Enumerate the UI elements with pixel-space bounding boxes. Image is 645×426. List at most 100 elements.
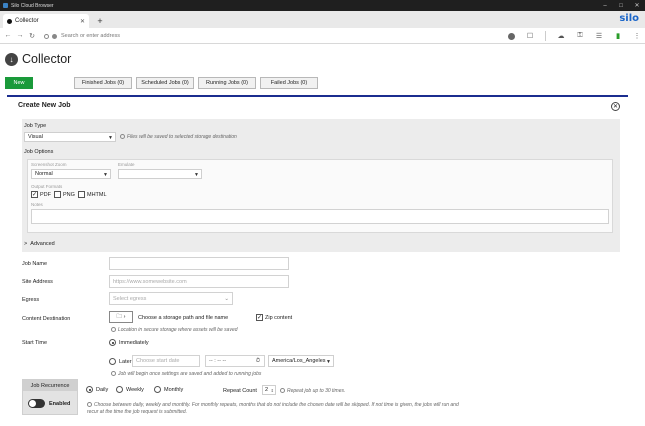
start-time-label: Start Time (22, 340, 48, 346)
chevron-right-icon: › (123, 314, 126, 320)
format-mhtml-label: MHTML (87, 191, 107, 198)
recurrence-hint: Choose between daily, weekly and monthly… (87, 402, 507, 416)
cloud-download-icon[interactable]: ☁ (557, 32, 565, 40)
repeat-count-value: 2 (265, 387, 269, 393)
tab-bar: Collector ✕ + (0, 11, 645, 28)
screenshot-zoom-select[interactable]: Normal ▼ (31, 169, 111, 179)
chevron-down-icon: ▼ (326, 359, 331, 365)
menu-icon[interactable]: ⋮ (633, 32, 641, 40)
recurrence-toggle[interactable] (28, 399, 45, 408)
new-tab-button[interactable]: + (94, 15, 106, 27)
job-type-hint-text: Files will be saved to selected storage … (127, 134, 237, 140)
screenshot-zoom-label: Screenshot Zoom (31, 162, 67, 167)
tab-close-icon[interactable]: ✕ (80, 18, 85, 25)
maximize-icon[interactable]: □ (613, 0, 629, 11)
radio-selected-icon (109, 339, 116, 346)
folder-icon: 🗀 (116, 313, 123, 320)
page-header: ↓ Collector (5, 52, 71, 66)
info-icon (111, 327, 116, 333)
chevron-down-icon: ▼ (194, 172, 199, 178)
egress-label: Egress (22, 297, 40, 303)
start-immediately-radio[interactable]: Immediately (109, 339, 149, 346)
key-icon[interactable]: ⚿ (576, 32, 584, 40)
clock-icon: ⏱ (255, 357, 260, 364)
address-bar: ← → ↻ Search or enter address ☐ ☁ ⚿ ☰ ▮ … (0, 28, 645, 44)
repeat-hint-text: Repeat job up to 30 times. (287, 388, 346, 394)
browser-tab[interactable]: Collector ✕ (3, 14, 89, 28)
recurrence-hint-line-1: Choose between daily, weekly and monthly… (94, 402, 459, 408)
notes-input[interactable] (31, 209, 609, 224)
job-name-input[interactable] (109, 257, 289, 270)
signal-icon[interactable]: ▮ (614, 32, 622, 40)
window-title: Silo Cloud Browser (11, 2, 54, 9)
advanced-label: Advanced (30, 241, 55, 247)
start-later-radio[interactable]: Later (109, 358, 132, 365)
radio-unselected-icon (154, 386, 161, 393)
egress-select[interactable]: Select egress ⌄ (109, 292, 233, 305)
info-icon (87, 402, 92, 408)
radio-unselected-icon (109, 358, 116, 365)
job-type-select[interactable]: Visual ▼ (24, 132, 116, 142)
start-date-placeholder: Choose start date (136, 358, 180, 364)
choose-storage-button[interactable]: 🗀 › (109, 311, 133, 323)
format-pdf-label: PDF (40, 191, 51, 198)
notes-label: Notes (31, 202, 43, 207)
screenshot-zoom-value: Normal (35, 171, 53, 177)
storage-hint: Location in secure storage where assets … (111, 327, 238, 333)
timezone-select[interactable]: America/Los_Angeles ▼ (268, 355, 334, 367)
tab-failed-jobs[interactable]: Failed Jobs (0) (260, 77, 318, 89)
forward-icon[interactable]: → (14, 30, 26, 42)
site-address-label: Site Address (22, 279, 53, 285)
bookmark-icon[interactable]: ☐ (526, 32, 534, 40)
recurrence-weekly-radio[interactable]: Weekly (116, 386, 144, 393)
info-icon (280, 388, 285, 394)
job-type-value: Visual (28, 134, 43, 140)
site-info-icon[interactable] (52, 33, 57, 39)
output-formats-label: Output Formats (31, 184, 63, 189)
start-date-input[interactable]: Choose start date (132, 355, 200, 367)
tab-favicon-icon (7, 18, 12, 24)
site-address-input[interactable]: https://www.somewebsite.com (109, 275, 289, 288)
translate-icon[interactable]: ☰ (595, 32, 603, 40)
job-config-section: Job Type Visual ▼ Files will be saved to… (22, 119, 620, 252)
recurrence-hint-line-2: recur at the time the job request is sub… (87, 409, 188, 415)
back-icon[interactable]: ← (2, 30, 14, 42)
stepper-arrows-icon[interactable]: ⇕ (271, 388, 274, 393)
repeat-count-stepper[interactable]: 2 ⇕ (262, 385, 276, 395)
info-icon (120, 134, 125, 140)
recurrence-monthly-radio[interactable]: Monthly (154, 386, 183, 393)
zip-content-checkbox[interactable]: ✓ Zip content (256, 314, 292, 321)
start-hint-text: Job will begin once settings are saved a… (118, 371, 262, 377)
record-icon[interactable] (508, 32, 515, 40)
format-mhtml-checkbox[interactable]: MHTML (78, 191, 107, 198)
repeat-hint: Repeat job up to 30 times. (280, 388, 345, 394)
tab-scheduled-jobs[interactable]: Scheduled Jobs (0) (136, 77, 194, 89)
panel-title: Create New Job (18, 102, 71, 109)
url-input[interactable]: Search or enter address (44, 31, 502, 41)
checkbox-checked-icon: ✓ (256, 314, 263, 321)
close-panel-icon[interactable]: ✕ (611, 102, 620, 111)
monthly-label: Monthly (164, 386, 184, 393)
recurrence-daily-radio[interactable]: Daily (86, 386, 108, 393)
enabled-label: Enabled (49, 401, 71, 407)
weekly-label: Weekly (126, 386, 144, 393)
format-pdf-checkbox[interactable]: ✓ PDF (31, 191, 51, 198)
tab-running-jobs[interactable]: Running Jobs (0) (198, 77, 256, 89)
toolbar-divider (545, 31, 546, 41)
url-placeholder: Search or enter address (61, 33, 121, 39)
daily-label: Daily (96, 386, 109, 393)
site-address-placeholder: https://www.somewebsite.com (113, 278, 187, 285)
reload-icon[interactable]: ↻ (26, 30, 38, 42)
minimize-icon[interactable]: – (597, 0, 613, 11)
emulate-select[interactable]: ▼ (118, 169, 202, 179)
new-job-button[interactable]: New (5, 77, 33, 89)
close-window-icon[interactable]: ✕ (629, 0, 645, 11)
advanced-toggle[interactable]: > Advanced (24, 241, 55, 247)
format-png-checkbox[interactable]: PNG (54, 191, 75, 198)
start-time-input[interactable]: -- : -- -- ⏱ (205, 355, 265, 367)
collector-logo-icon: ↓ (5, 52, 18, 66)
format-png-label: PNG (63, 191, 75, 198)
tab-finished-jobs[interactable]: Finished Jobs (0) (74, 77, 132, 89)
job-recurrence-label: Job Recurrence (23, 380, 77, 391)
later-label: Later (119, 358, 132, 365)
